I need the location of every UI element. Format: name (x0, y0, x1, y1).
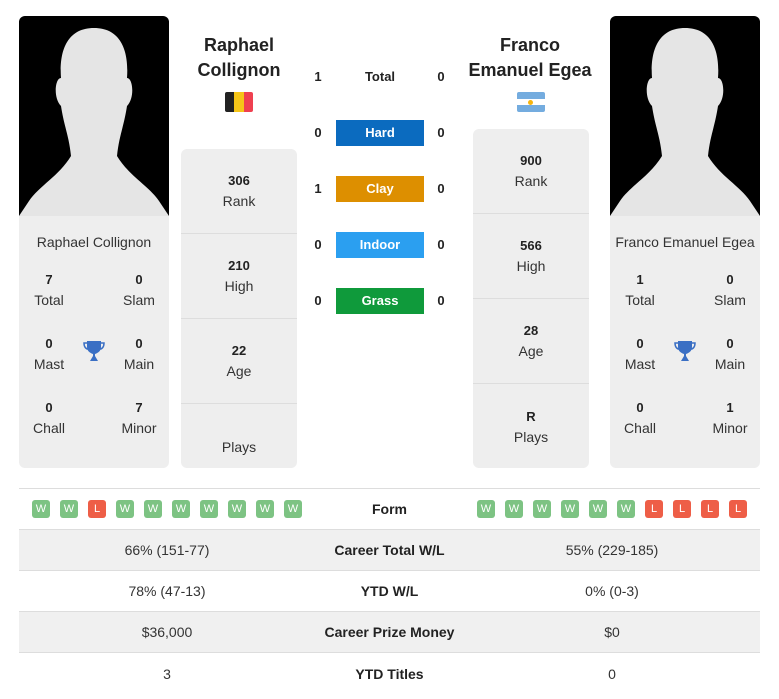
table-row: 78% (47-13) YTD W/L 0% (0-3) (19, 571, 760, 612)
form-win-badge[interactable]: W (589, 500, 607, 518)
form-loss-badge[interactable]: L (673, 500, 691, 518)
player1-photo (19, 16, 169, 216)
titles-main: 0 Main (714, 336, 746, 372)
h2h-clay: 1 Clay 0 (300, 176, 460, 202)
titles-mast: 0 Mast (33, 336, 65, 372)
titles-slam: 0 Slam (714, 272, 746, 308)
form-win-badge[interactable]: W (228, 500, 246, 518)
player1-titles: 7 Total 0 Slam 0 Mast 0 Main 0 Chall 7 Minor (19, 250, 169, 450)
stat-age: 28 Age (473, 299, 589, 384)
stat-rank: 900 Rank (473, 129, 589, 214)
titles-mast: 0 Mast (624, 336, 656, 372)
comparison-table: WWLWWWWWWW Form WWWWWWLLLL 66% (151-77) … (19, 488, 760, 694)
p2-value: 0 (608, 665, 616, 682)
surface-grass-badge[interactable]: Grass (336, 288, 424, 314)
argentina-flag-icon (517, 92, 545, 112)
stat-high: 210 High (181, 234, 297, 319)
player2-photo (610, 16, 760, 216)
player1-heading[interactable]: Raphael Collignon (164, 33, 314, 83)
form-win-badge[interactable]: W (256, 500, 274, 518)
stat-high: 566 High (473, 214, 589, 299)
h2h-indoor: 0 Indoor 0 (300, 232, 460, 258)
form-win-badge[interactable]: W (200, 500, 218, 518)
row-label: YTD W/L (360, 583, 419, 599)
titles-main: 0 Main (123, 336, 155, 372)
row-label: YTD Titles (355, 665, 424, 682)
player1-name[interactable]: Raphael Collignon (19, 234, 169, 250)
form-win-badge[interactable]: W (477, 500, 495, 518)
form-loss-badge[interactable]: L (729, 500, 747, 518)
form-win-badge[interactable]: W (533, 500, 551, 518)
p2-value: 55% (229-185) (565, 542, 659, 558)
player2-heading[interactable]: Franco Emanuel Egea (455, 33, 605, 83)
h2h-total: 1 Total 0 (300, 64, 460, 90)
player2-stats: 900 Rank 566 High 28 Age R Plays (473, 129, 589, 468)
player2-name[interactable]: Franco Emanuel Egea (610, 234, 760, 250)
player2-titles: 1 Total 0 Slam 0 Mast 0 Main 0 Chall 1 Minor (610, 250, 760, 450)
row-label: Career Total W/L (334, 542, 445, 558)
stat-plays: R Plays (513, 408, 549, 445)
p2-value: $0 (604, 624, 620, 640)
titles-minor: 7 Minor (121, 400, 157, 436)
form-win-badge[interactable]: W (284, 500, 302, 518)
stat-age: 22 Age (181, 319, 297, 404)
form-label: Form (372, 501, 407, 517)
titles-chall: 0 Chall (624, 400, 656, 436)
p2-grass-wins: 0 (437, 293, 445, 308)
form-win-badge[interactable]: W (60, 500, 78, 518)
p1-grass-wins: 0 (314, 293, 322, 308)
titles-total: 7 Total (34, 272, 64, 308)
silhouette-icon (19, 28, 169, 216)
p1-value: 78% (47-13) (128, 583, 206, 599)
table-row: $36,000 Career Prize Money $0 (19, 612, 760, 653)
form-win-badge[interactable]: W (116, 500, 134, 518)
form-win-badge[interactable]: W (561, 500, 579, 518)
surface-clay-badge[interactable]: Clay (336, 176, 424, 202)
stat-plays: Plays (221, 438, 257, 455)
p2-clay-wins: 0 (437, 181, 445, 196)
table-row: 66% (151-77) Career Total W/L 55% (229-1… (19, 530, 760, 571)
silhouette-icon (610, 28, 760, 216)
form-loss-badge[interactable]: L (701, 500, 719, 518)
p1-value: $36,000 (141, 624, 193, 640)
player2-form: WWWWWWLLLL (464, 500, 760, 518)
titles-chall: 0 Chall (33, 400, 65, 436)
player1-form: WWLWWWWWWW (19, 500, 315, 518)
h2h-grass: 0 Grass 0 (300, 288, 460, 314)
p1-clay-wins: 1 (314, 181, 322, 196)
player1-card: Raphael Collignon 7 Total 0 Slam 0 Mast 0 Ma… (19, 16, 169, 468)
p2-total-wins: 0 (437, 69, 445, 84)
p1-value: 66% (151-77) (124, 542, 210, 558)
titles-slam: 0 Slam (123, 272, 155, 308)
surface-indoor-badge[interactable]: Indoor (336, 232, 424, 258)
p1-hard-wins: 0 (314, 125, 322, 140)
form-row: WWLWWWWWWW Form WWWWWWLLLL (19, 489, 760, 530)
titles-total: 1 Total (625, 272, 655, 308)
p1-value: 3 (163, 665, 171, 682)
trophy-icon (83, 341, 105, 361)
h2h-total-label: Total (364, 69, 396, 84)
trophy-icon (674, 341, 696, 361)
form-win-badge[interactable]: W (505, 500, 523, 518)
p1-total-wins: 1 (314, 69, 322, 84)
table-row: 3 YTD Titles 0 (19, 653, 760, 694)
player1-stats: 306 Rank 210 High 22 Age Plays (181, 149, 297, 468)
form-win-badge[interactable]: W (172, 500, 190, 518)
form-win-badge[interactable]: W (144, 500, 162, 518)
stat-rank: 306 Rank (181, 149, 297, 234)
belgium-flag-icon (225, 92, 253, 112)
h2h-hard: 0 Hard 0 (300, 120, 460, 146)
form-win-badge[interactable]: W (32, 500, 50, 518)
p1-indoor-wins: 0 (314, 237, 322, 252)
form-win-badge[interactable]: W (617, 500, 635, 518)
titles-minor: 1 Minor (712, 400, 748, 436)
p2-hard-wins: 0 (437, 125, 445, 140)
p2-indoor-wins: 0 (437, 237, 445, 252)
player2-card: Franco Emanuel Egea 1 Total 0 Slam 0 Mast 0… (610, 16, 760, 468)
form-loss-badge[interactable]: L (645, 500, 663, 518)
form-loss-badge[interactable]: L (88, 500, 106, 518)
p2-value: 0% (0-3) (585, 583, 639, 599)
surface-hard-badge[interactable]: Hard (336, 120, 424, 146)
row-label: Career Prize Money (324, 624, 455, 640)
